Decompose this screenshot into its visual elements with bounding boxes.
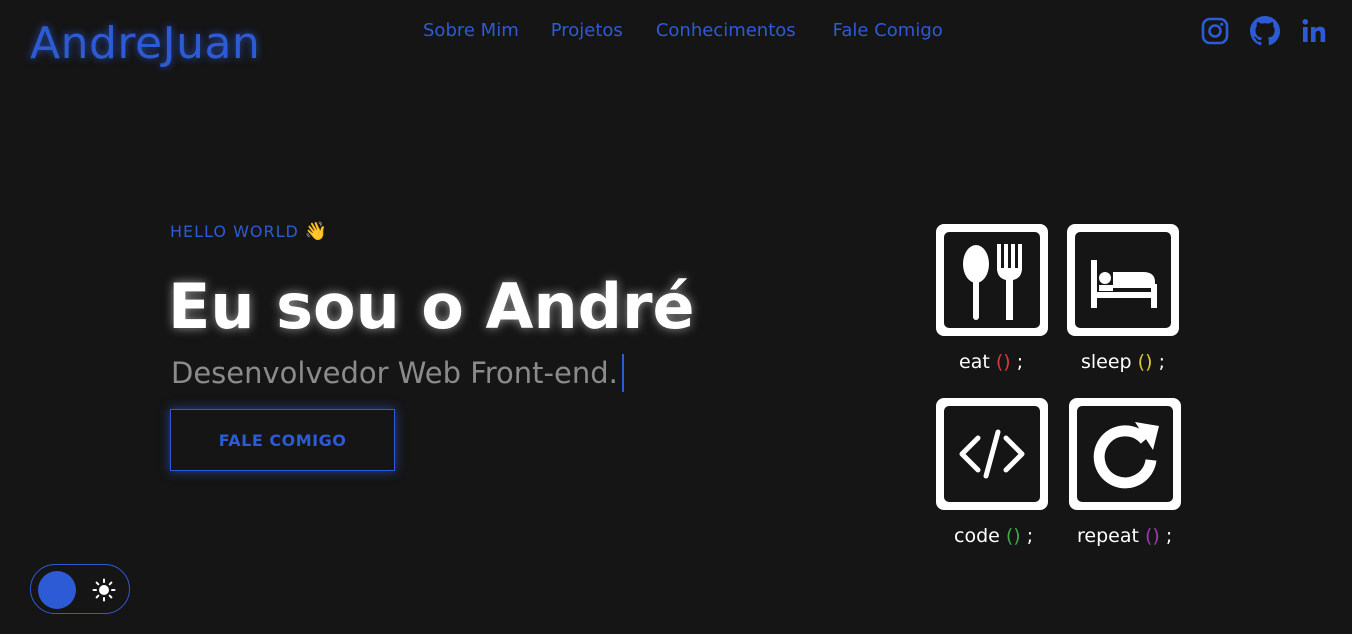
close-paren: ) <box>1013 525 1021 547</box>
sleep-tile <box>1067 224 1179 336</box>
hello-eyebrow: HELLO WORLD 👋 <box>170 221 328 242</box>
fork-spoon-icon <box>963 244 1022 320</box>
repeat-caption: repeat () ; <box>1077 525 1173 547</box>
code-caption: code () ; <box>954 525 1034 547</box>
close-paren: ) <box>1145 351 1153 373</box>
eat-caption: eat () ; <box>959 351 1024 373</box>
instagram-icon <box>1201 17 1229 45</box>
linkedin-icon <box>1302 19 1326 42</box>
bed-icon <box>1091 260 1157 308</box>
toggle-knob[interactable] <box>38 571 76 609</box>
social-links <box>1200 16 1330 46</box>
sun-icon <box>92 578 116 602</box>
nav-link-fale-comigo[interactable]: Fale Comigo <box>833 20 943 41</box>
hero-title: Eu sou o André <box>168 270 695 343</box>
waving-hand-icon: 👋 <box>304 221 329 242</box>
typed-text: Desenvolvedor Web Front-end. <box>171 356 618 390</box>
repeat-icon <box>1093 422 1159 489</box>
nav-link-conhecimentos[interactable]: Conhecimentos <box>656 20 796 41</box>
main-nav: Sobre Mim Projetos Conhecimentos Fale Co… <box>423 20 943 41</box>
github-icon <box>1250 16 1280 46</box>
hello-text: HELLO WORLD <box>170 222 299 241</box>
code-tile <box>936 398 1048 510</box>
sleep-caption: sleep () ; <box>1081 351 1165 373</box>
github-link[interactable] <box>1250 16 1280 46</box>
nav-link-sobre-mim[interactable]: Sobre Mim <box>423 20 519 41</box>
eat-tile <box>936 224 1048 336</box>
theme-toggle[interactable] <box>30 564 130 614</box>
logo[interactable]: AndreJuan <box>30 18 260 69</box>
typing-caret <box>621 354 624 392</box>
instagram-link[interactable] <box>1200 16 1230 46</box>
nav-link-projetos[interactable]: Projetos <box>551 20 623 41</box>
close-paren: ) <box>1003 351 1011 373</box>
repeat-tile <box>1069 398 1181 510</box>
open-paren: ( <box>1137 351 1146 373</box>
linkedin-link[interactable] <box>1300 16 1330 46</box>
hero-subtitle: Desenvolvedor Web Front-end. <box>171 354 624 392</box>
close-paren: ) <box>1152 525 1160 547</box>
fale-comigo-button[interactable]: FALE COMIGO <box>170 409 395 471</box>
code-icon <box>959 429 1025 479</box>
